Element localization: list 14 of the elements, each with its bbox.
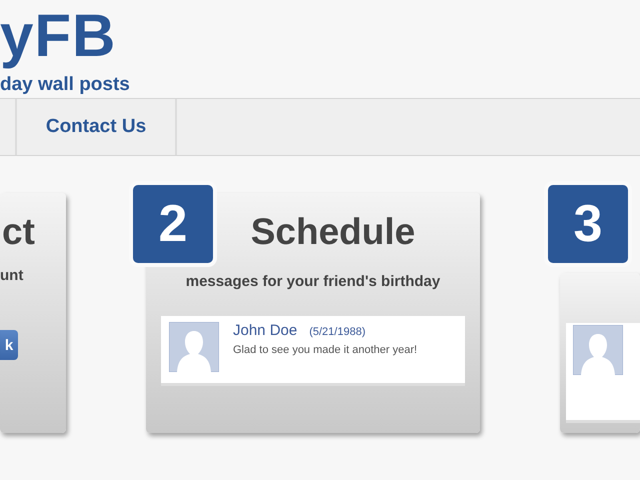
logo[interactable]: yFB [0,6,116,66]
birth-date: (5/21/1988) [309,326,366,338]
connect-button[interactable]: k [0,330,18,360]
avatar-icon [169,322,219,372]
step-text: messages for your friend's birthday [186,273,440,290]
step-number: 2 [133,185,213,263]
friend-name[interactable]: John Doe [233,322,298,339]
step-text: unt [0,267,24,284]
tagline: day wall posts [0,74,130,96]
step-number: 3 [548,185,628,263]
nav-link[interactable]: Contact Us [17,99,177,155]
step-title: Schedule [250,211,416,253]
step-title: ct [2,211,35,253]
post-message: Glad to see you made it another year! [233,344,418,356]
